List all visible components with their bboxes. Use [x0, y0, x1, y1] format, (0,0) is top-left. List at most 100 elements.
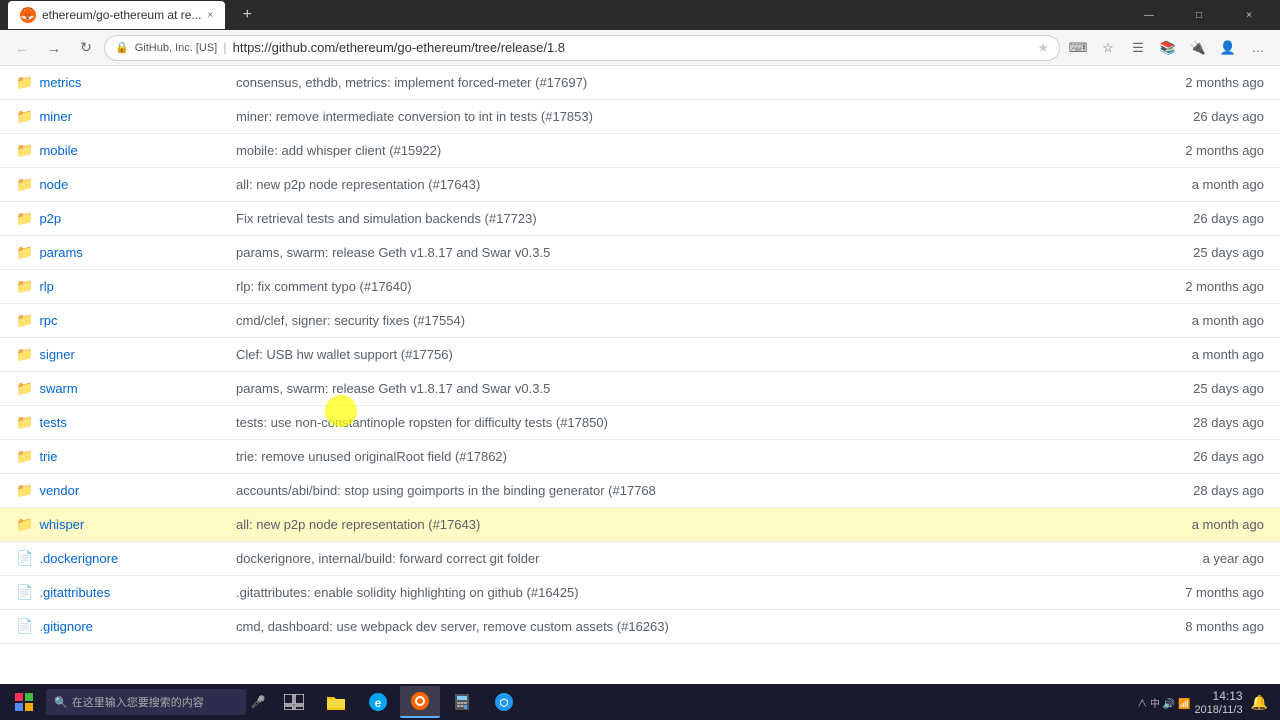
taskview-button[interactable]: [274, 686, 314, 718]
file-link[interactable]: p2p: [39, 211, 61, 226]
file-row[interactable]: 📁trietrie: remove unused originalRoot fi…: [0, 440, 1280, 474]
favorites-icon[interactable]: ☆: [1094, 34, 1122, 62]
commit-time: 26 days ago: [1144, 109, 1264, 124]
table-row: 📁 miner miner: remove intermediate convers…: [0, 100, 1280, 134]
notification-icon[interactable]: 🔔: [1251, 694, 1268, 711]
security-label: GitHub, Inc. [US]: [135, 42, 218, 54]
browser-tab[interactable]: 🦊 ethereum/go-ethereum at re... ×: [8, 1, 225, 29]
browser-app[interactable]: [400, 686, 440, 718]
file-link[interactable]: metrics: [39, 75, 81, 90]
close-button[interactable]: ×: [1226, 0, 1272, 30]
taskbar-right: ∧ 中 🔊 📶 14:13 2018/11/3 🔔: [1137, 689, 1276, 716]
file-link[interactable]: .dockerignore: [39, 551, 118, 566]
table-row: 📁paramsparams, swarm: release Geth v1.8.…: [0, 236, 1280, 270]
address-box[interactable]: 🔒 GitHub, Inc. [US] | https://github.com…: [104, 35, 1060, 61]
file-link[interactable]: tests: [39, 415, 66, 430]
file-row[interactable]: 📁teststests: use non-constantinople rops…: [0, 406, 1280, 440]
table-row: 📄.gitignorecmd, dashboard: use webpack d…: [0, 610, 1280, 644]
file-explorer-app[interactable]: [316, 686, 356, 718]
commit-message: trie: remove unused originalRoot field (…: [236, 449, 1144, 464]
file-row[interactable]: 📄.dockerignoredockerignore, internal/bui…: [0, 542, 1280, 576]
file-row[interactable]: 📁 miner miner: remove intermediate convers…: [0, 100, 1280, 134]
file-row[interactable]: 📁whisperall: new p2p node representation…: [0, 508, 1280, 542]
start-button[interactable]: [4, 686, 44, 718]
file-link[interactable]: swarm: [39, 381, 77, 396]
commit-message: Fix retrieval tests and simulation backe…: [236, 211, 1144, 226]
forward-button[interactable]: →: [40, 34, 68, 62]
profile-icon[interactable]: 👤: [1214, 34, 1242, 62]
file-row[interactable]: 📁mobilemobile: add whisper client (#1592…: [0, 134, 1280, 168]
file-row[interactable]: 📁 p2p Fix retrieval tests and simulation b…: [0, 202, 1280, 236]
file-row[interactable]: 📁rpccmd/clef, signer: security fixes (#1…: [0, 304, 1280, 338]
calculator-app[interactable]: [442, 686, 482, 718]
file-row[interactable]: 📁paramsparams, swarm: release Geth v1.8.…: [0, 236, 1280, 270]
svg-text:⬡: ⬡: [500, 698, 509, 709]
table-row: 📁 p2p Fix retrieval tests and simulation b…: [0, 202, 1280, 236]
tab-close-button[interactable]: ×: [207, 10, 213, 21]
folder-icon: 📁: [16, 210, 33, 227]
commit-time: 7 months ago: [1144, 585, 1264, 600]
hub-icon[interactable]: 📚: [1154, 34, 1182, 62]
folder-icon: 📁: [16, 312, 33, 329]
file-link[interactable]: vendor: [39, 483, 79, 498]
microphone-icon[interactable]: 🎤: [248, 688, 268, 716]
file-link[interactable]: miner: [39, 109, 72, 124]
file-link[interactable]: .gitignore: [39, 619, 92, 634]
file-link[interactable]: whisper: [39, 517, 84, 532]
edge-app[interactable]: e: [358, 686, 398, 718]
file-row[interactable]: 📄.gitignorecmd, dashboard: use webpack d…: [0, 610, 1280, 644]
folder-icon: 📁: [16, 380, 33, 397]
folder-icon: 📁: [16, 108, 33, 125]
commit-message: all: new p2p node representation (#17643…: [236, 177, 1144, 192]
commit-time: a year ago: [1144, 551, 1264, 566]
taskbar-search[interactable]: 🔍 在这里输入您要搜索的内容: [46, 689, 246, 715]
translate-icon[interactable]: ⌨: [1064, 34, 1092, 62]
file-row[interactable]: 📁rlprlp: fix comment typo (#17640)2 mont…: [0, 270, 1280, 304]
settings-icon[interactable]: …: [1244, 34, 1272, 62]
extension-icon[interactable]: 🔌: [1184, 34, 1212, 62]
devtools-app[interactable]: ⬡: [484, 686, 524, 718]
minimize-button[interactable]: —: [1126, 0, 1172, 30]
file-row[interactable]: 📄.gitattributes.gitattributes: enable so…: [0, 576, 1280, 610]
file-link[interactable]: rpc: [39, 313, 57, 328]
reader-icon[interactable]: ☰: [1124, 34, 1152, 62]
commit-message: Clef: USB hw wallet support (#17756): [236, 347, 1144, 362]
file-link[interactable]: signer: [39, 347, 74, 362]
table-row: 📁signerClef: USB hw wallet support (#177…: [0, 338, 1280, 372]
maximize-button[interactable]: □: [1176, 0, 1222, 30]
table-row: 📁nodeall: new p2p node representation (#…: [0, 168, 1280, 202]
file-row[interactable]: 📄.gitmodulestests: update tests and impl…: [0, 644, 1280, 648]
table-row: 📁 swarm params, swarm: release Geth v1.8.1…: [0, 372, 1280, 406]
commit-message: params, swarm: release Geth v1.8.17 and …: [236, 245, 1144, 260]
file-link[interactable]: node: [39, 177, 68, 192]
commit-time: 26 days ago: [1144, 211, 1264, 226]
security-indicator: 🔒: [115, 41, 129, 54]
commit-message: params, swarm: release Geth v1.8.17 and …: [236, 381, 1144, 396]
file-row[interactable]: 📁signerClef: USB hw wallet support (#177…: [0, 338, 1280, 372]
folder-icon: 📁: [16, 516, 33, 533]
star-icon[interactable]: ★: [1037, 40, 1049, 56]
commit-message: miner: remove intermediate conversion to…: [236, 109, 1144, 124]
commit-message: .gitattributes: enable solidity highligh…: [236, 585, 1144, 600]
file-row[interactable]: 📁nodeall: new p2p node representation (#…: [0, 168, 1280, 202]
new-tab-button[interactable]: +: [233, 1, 261, 29]
file-row[interactable]: 📁vendoraccounts/abi/bind: stop using goi…: [0, 474, 1280, 508]
file-link[interactable]: params: [39, 245, 82, 260]
commit-message: accounts/abi/bind: stop using goimports …: [236, 483, 1144, 498]
commit-message: tests: use non-constantinople ropsten fo…: [236, 415, 1144, 430]
file-link[interactable]: rlp: [39, 279, 53, 294]
back-button[interactable]: ←: [8, 34, 36, 62]
file-row[interactable]: 📁 swarm params, swarm: release Geth v1.8.1…: [0, 372, 1280, 406]
taskbar-search-placeholder: 在这里输入您要搜索的内容: [72, 694, 204, 710]
table-row: 📁trietrie: remove unused originalRoot fi…: [0, 440, 1280, 474]
commit-time: 28 days ago: [1144, 483, 1264, 498]
commit-time: a month ago: [1144, 313, 1264, 328]
file-link[interactable]: mobile: [39, 143, 77, 158]
file-row[interactable]: 📁metricsconsensus, ethdb, metrics: imple…: [0, 66, 1280, 100]
taskbar-date: 2018/11/3: [1194, 704, 1242, 716]
file-link[interactable]: .gitattributes: [39, 585, 110, 600]
commit-message: mobile: add whisper client (#15922): [236, 143, 1144, 158]
file-link[interactable]: trie: [39, 449, 57, 464]
refresh-button[interactable]: ↻: [72, 34, 100, 62]
file-browser: 📁metricsconsensus, ethdb, metrics: imple…: [0, 66, 1280, 648]
